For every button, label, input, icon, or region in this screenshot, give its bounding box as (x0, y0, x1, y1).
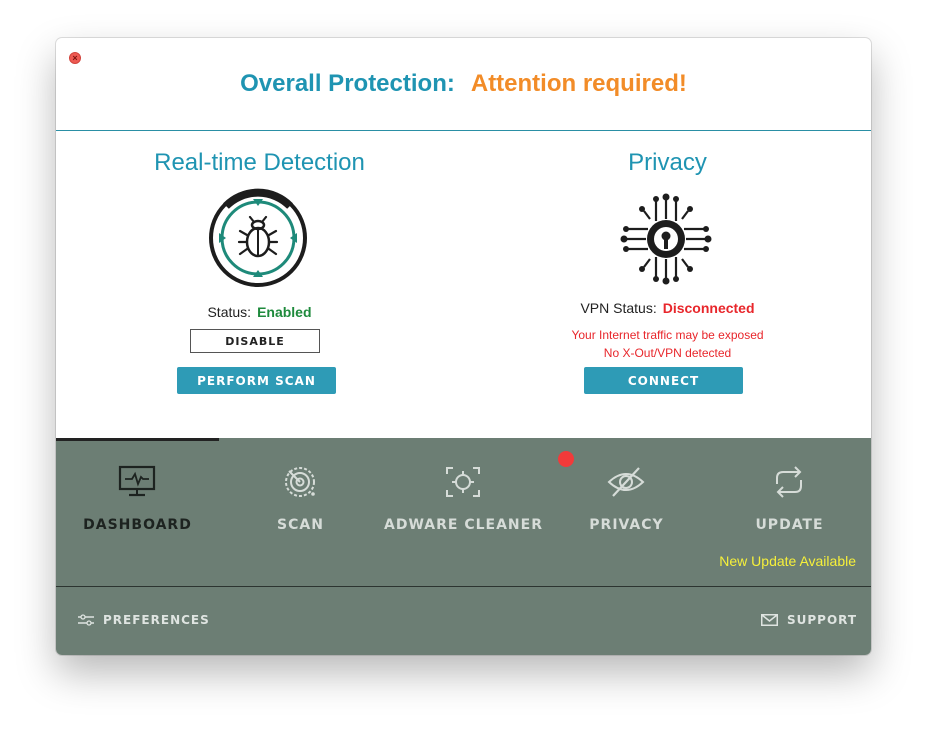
preferences-link[interactable]: PREFERENCES (78, 613, 210, 627)
privacy-warning-1: Your Internet traffic may be exposed (571, 328, 764, 342)
privacy-title: Privacy (628, 149, 707, 176)
preferences-label: PREFERENCES (103, 613, 210, 627)
perform-scan-button[interactable]: PERFORM SCAN (177, 367, 336, 394)
nav-item-dashboard[interactable]: DASHBOARD (56, 438, 219, 586)
header-title: Overall Protection: (240, 70, 455, 97)
main-nav: DASHBOARD SCAN ADWARE CLEANER PRIVACY UP… (56, 438, 871, 586)
connect-button[interactable]: CONNECT (584, 367, 743, 394)
privacy-panel: Privacy VPN Status: Disconnected Your In… (464, 131, 871, 438)
footer-bar: PREFERENCES SUPPORT (56, 586, 871, 655)
realtime-title: Real-time Detection (154, 149, 365, 176)
realtime-detection-panel: Real-time Detection Status: Enabled DISAB… (56, 131, 463, 438)
notification-dot (558, 451, 574, 467)
circuit-lock-icon (620, 193, 712, 285)
bug-shield-icon (209, 188, 307, 287)
realtime-status-line: Status: Enabled (56, 304, 463, 320)
realtime-status-value: Enabled (257, 304, 312, 320)
nav-item-adware-cleaner[interactable]: ADWARE CLEANER (382, 438, 545, 586)
disable-button[interactable]: DISABLE (190, 329, 320, 353)
vpn-status-line: VPN Status: Disconnected (464, 300, 871, 316)
protection-header: Overall Protection: Attention required! (56, 38, 871, 131)
eye-slash-icon (607, 467, 645, 497)
support-label: SUPPORT (787, 613, 858, 627)
privacy-warning-2: No X-Out/VPN detected (603, 346, 732, 360)
update-available-note[interactable]: New Update Available (719, 553, 856, 569)
refresh-icon (776, 466, 802, 498)
vpn-status-label: VPN Status: (580, 300, 657, 316)
support-link[interactable]: SUPPORT (761, 613, 857, 627)
vpn-status-value: Disconnected (662, 300, 755, 316)
nav-label-update: UPDATE (755, 517, 824, 533)
sliders-icon (78, 614, 94, 626)
header-status: Attention required! (470, 70, 687, 97)
crosshair-icon (446, 467, 480, 497)
realtime-status-label: Status: (207, 304, 252, 320)
nav-label-dashboard: DASHBOARD (83, 517, 192, 533)
nav-label-scan: SCAN (277, 517, 324, 533)
radar-icon (285, 467, 315, 497)
nav-label-adware-cleaner: ADWARE CLEANER (384, 517, 543, 533)
app-window: × Overall Protection: Attention required… (56, 38, 871, 655)
mail-icon (761, 614, 778, 626)
nav-item-scan[interactable]: SCAN (219, 438, 382, 586)
nav-label-privacy: PRIVACY (589, 517, 664, 533)
monitor-pulse-icon (118, 465, 156, 497)
